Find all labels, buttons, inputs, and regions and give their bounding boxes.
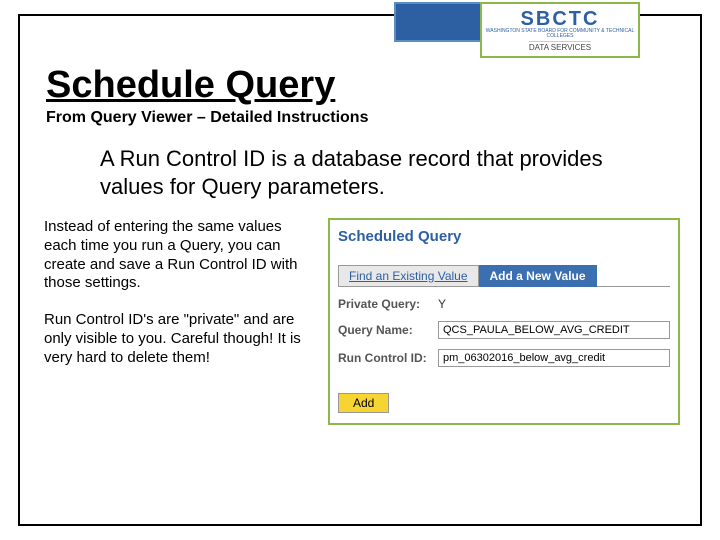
input-query-name[interactable] — [438, 321, 670, 339]
sbctc-logo: SBCTC WASHINGTON STATE BOARD FOR COMMUNI… — [480, 2, 640, 58]
tab-underline — [597, 265, 670, 287]
tab-add-new[interactable]: Add a New Value — [479, 265, 597, 287]
logo-service: DATA SERVICES — [529, 41, 591, 52]
title-block: Schedule Query From Query Viewer – Detai… — [46, 64, 700, 127]
label-private-query: Private Query: — [338, 297, 438, 311]
tab-bar: Find an Existing Value Add a New Value — [338, 265, 670, 287]
paragraph-1: Instead of entering the same values each… — [44, 218, 314, 293]
input-run-control-id[interactable] — [438, 349, 670, 367]
page-subtitle: From Query Viewer – Detailed Instruction… — [46, 109, 700, 127]
row-query-name: Query Name: — [338, 321, 670, 339]
content-columns: Instead of entering the same values each… — [44, 218, 680, 425]
label-query-name: Query Name: — [338, 323, 438, 337]
row-run-control-id: Run Control ID: — [338, 349, 670, 367]
panel-title: Scheduled Query — [338, 228, 670, 245]
left-column: Instead of entering the same values each… — [44, 218, 314, 425]
slide-frame: SBCTC WASHINGTON STATE BOARD FOR COMMUNI… — [18, 14, 702, 526]
scheduled-query-panel: Scheduled Query Find an Existing Value A… — [328, 218, 680, 425]
intro-text: A Run Control ID is a database record th… — [100, 145, 644, 200]
tab-find-existing[interactable]: Find an Existing Value — [338, 265, 479, 287]
row-private-query: Private Query: Y — [338, 297, 670, 311]
value-private-query: Y — [438, 297, 446, 311]
page-title: Schedule Query — [46, 64, 700, 107]
label-run-control-id: Run Control ID: — [338, 351, 438, 365]
paragraph-2: Run Control ID's are "private" and are o… — [44, 311, 314, 367]
logo-subtext: WASHINGTON STATE BOARD FOR COMMUNITY & T… — [482, 29, 638, 39]
add-button[interactable]: Add — [338, 393, 389, 413]
